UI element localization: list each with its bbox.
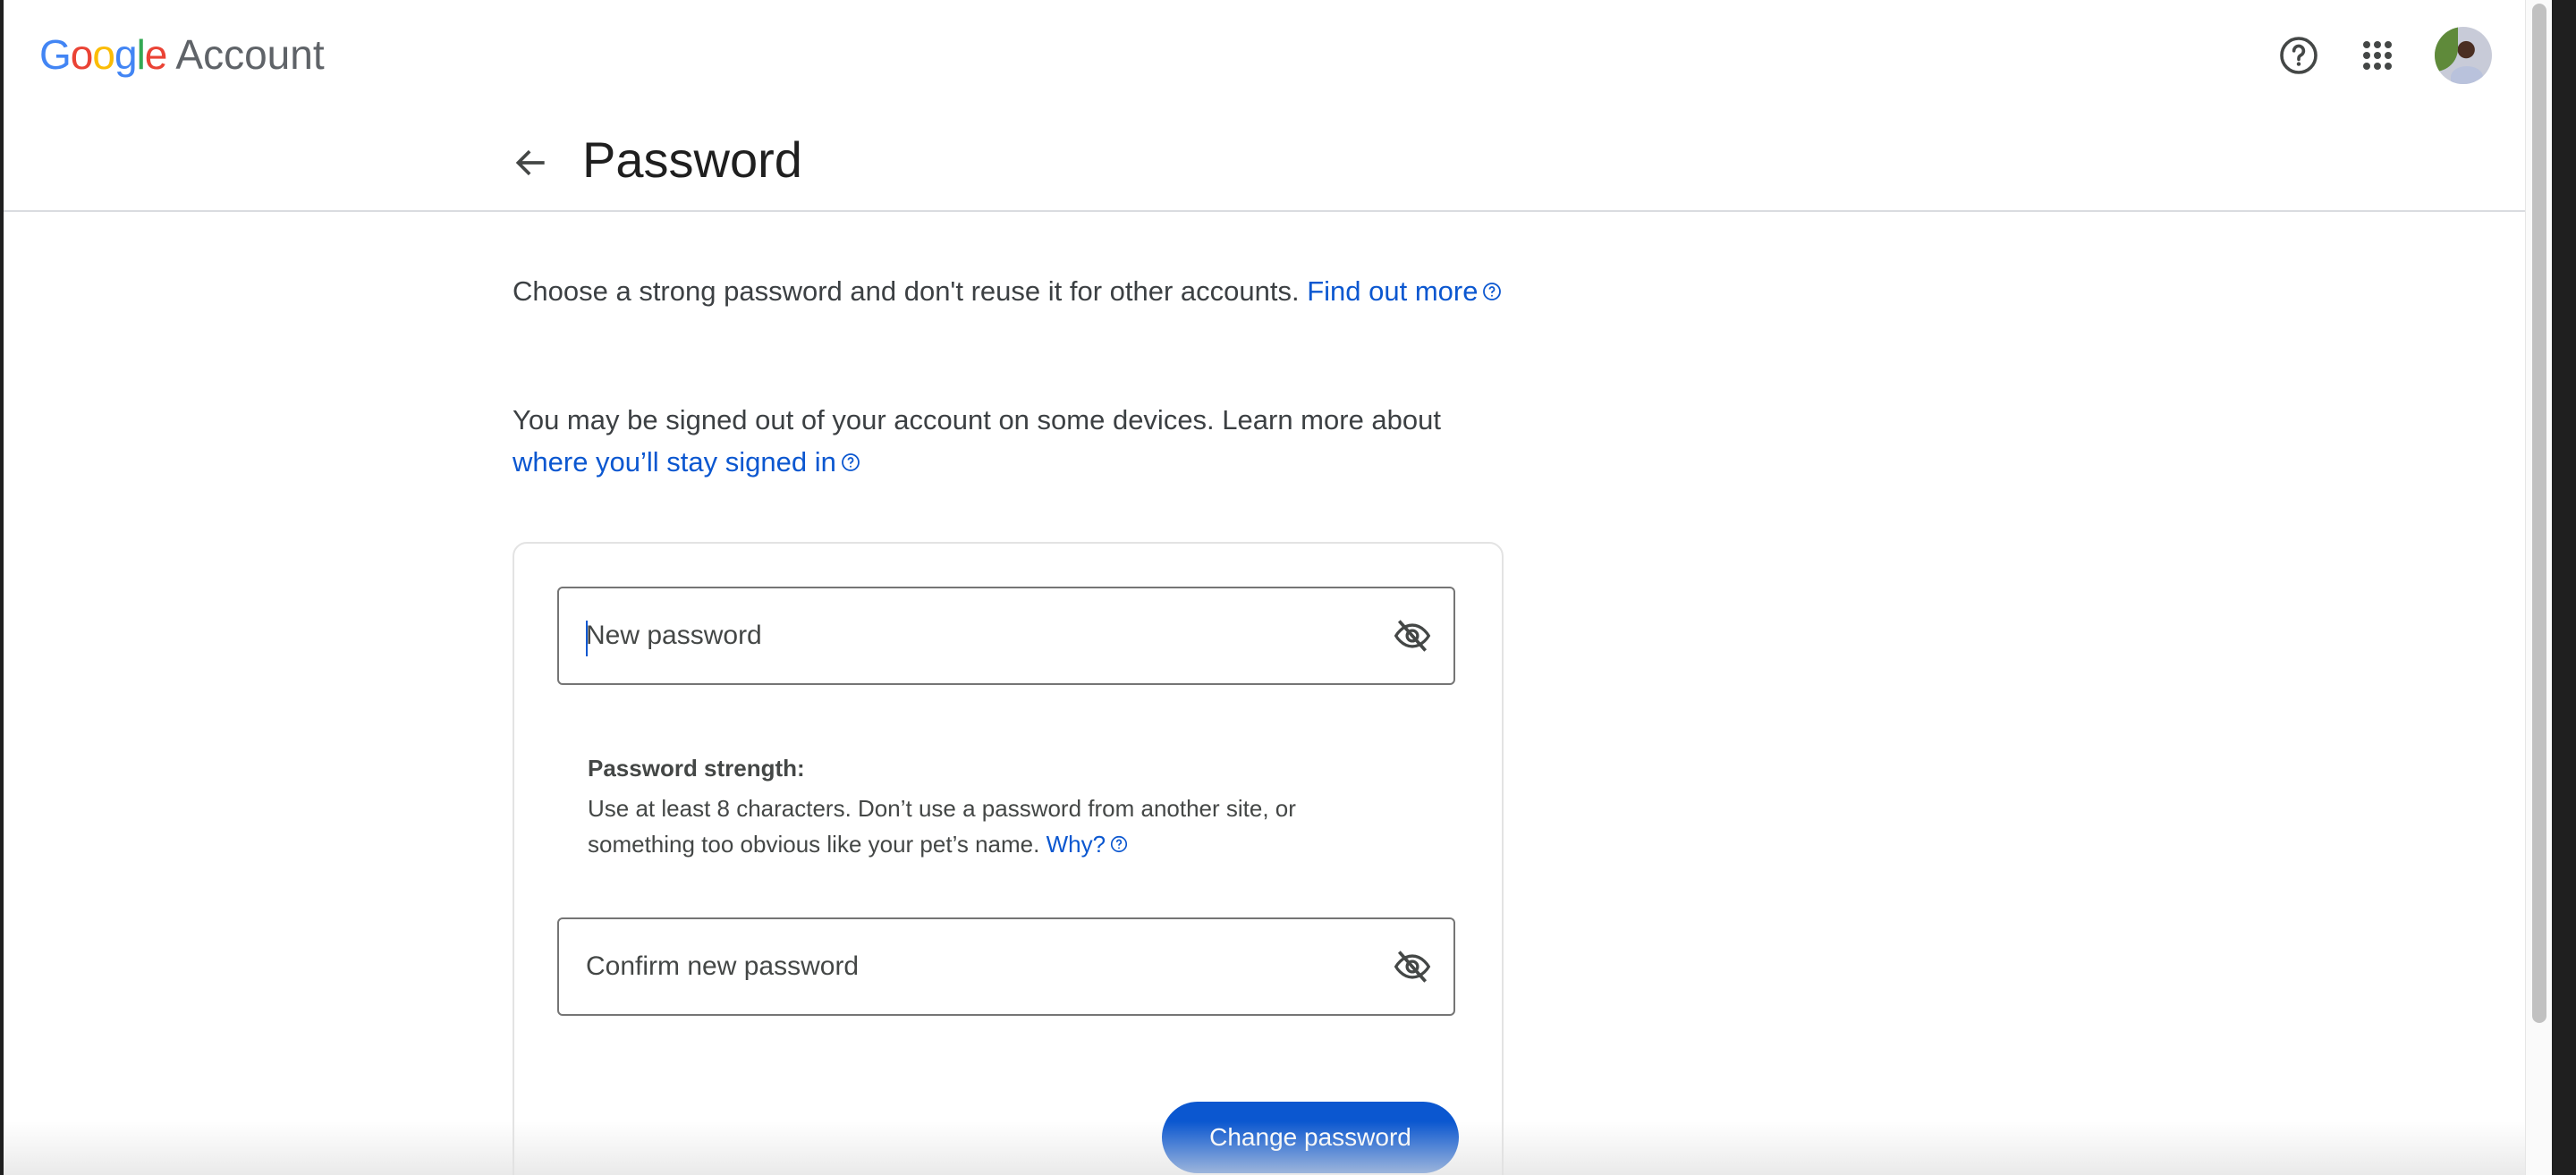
account-logo-text: Account <box>175 31 325 78</box>
visibility-off-icon[interactable] <box>1393 616 1432 655</box>
page-title: Password <box>582 131 802 188</box>
password-form-card: Password strength: Use at least 8 charac… <box>513 542 1504 1175</box>
password-strength-help: Use at least 8 characters. Don’t use a p… <box>588 790 1393 862</box>
account-avatar[interactable] <box>2435 27 2492 84</box>
stay-signed-in-link[interactable]: where you’ll stay signed in <box>513 446 836 478</box>
scrollbar[interactable] <box>2525 0 2552 1175</box>
page: Google Account Password Choose a strong p… <box>4 0 2525 1175</box>
change-password-button[interactable]: Change password <box>1162 1102 1459 1173</box>
intro-paragraph-1: Choose a strong password and don't reuse… <box>513 270 1514 312</box>
header-divider <box>4 210 2525 212</box>
find-out-more-link[interactable]: Find out more <box>1307 275 1478 307</box>
visibility-off-icon[interactable] <box>1393 947 1432 986</box>
confirm-password-input[interactable] <box>586 919 1391 1014</box>
intro-text-2: You may be signed out of your account on… <box>513 404 1442 435</box>
intro-paragraph-2: You may be signed out of your account on… <box>513 399 1514 483</box>
help-circle-icon[interactable] <box>1109 834 1129 854</box>
confirm-password-field[interactable] <box>557 917 1455 1016</box>
google-logo-text: Google <box>39 31 167 78</box>
help-circle-icon[interactable] <box>840 452 861 473</box>
new-password-field[interactable] <box>557 587 1455 685</box>
password-strength-label: Password strength: <box>588 755 805 782</box>
back-arrow-icon[interactable] <box>512 143 551 182</box>
scrollbar-thumb[interactable] <box>2532 4 2546 1023</box>
why-link[interactable]: Why? <box>1046 831 1106 858</box>
help-icon[interactable] <box>2277 34 2320 77</box>
help-circle-icon[interactable] <box>1481 281 1503 302</box>
google-account-logo[interactable]: Google Account <box>39 30 325 79</box>
new-password-input[interactable] <box>586 588 1391 683</box>
apps-grid-icon[interactable] <box>2356 34 2399 77</box>
intro-text-1: Choose a strong password and don't reuse… <box>513 275 1308 307</box>
strength-help-text: Use at least 8 characters. Don’t use a p… <box>588 795 1296 858</box>
text-caret <box>586 621 588 656</box>
